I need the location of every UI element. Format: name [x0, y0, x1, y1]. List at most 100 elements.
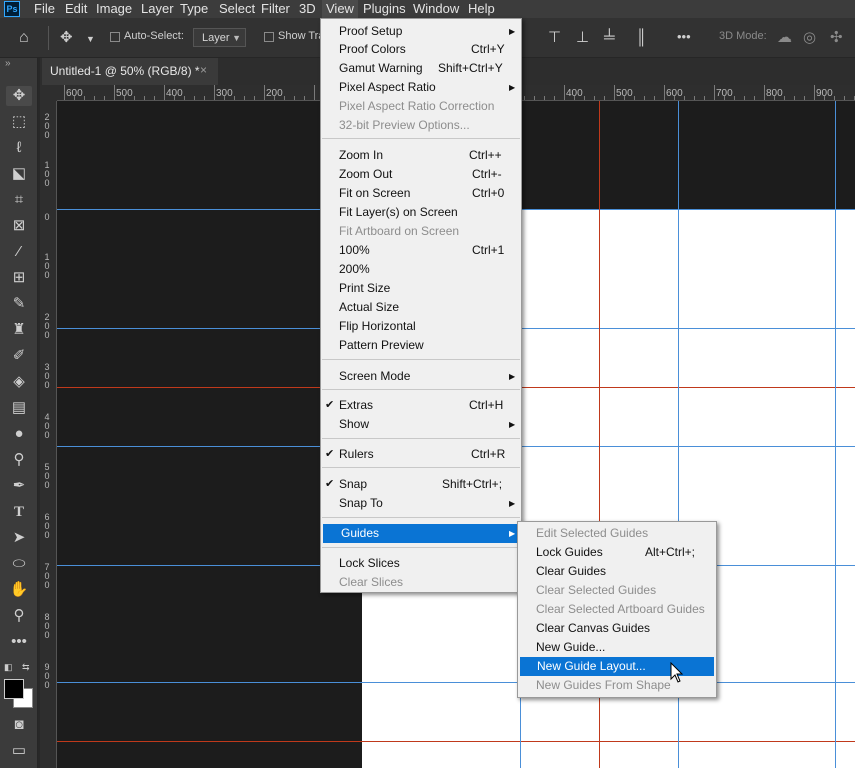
path-select-icon[interactable]: ➤ [9, 528, 29, 548]
ruler-tick [534, 96, 535, 100]
foreground-color-swatch[interactable] [4, 679, 24, 699]
stamp-icon[interactable]: ♜ [9, 320, 29, 340]
close-icon[interactable]: × [200, 63, 207, 77]
menu-item-snap[interactable]: ✔ Snap Shift+Ctrl+; [321, 475, 521, 494]
screen-mode-icon[interactable]: ▭ [9, 741, 29, 761]
menu-item-lock-slices[interactable]: Lock Slices [321, 554, 521, 573]
menu-item-fit-on-screen[interactable]: Fit on Screen Ctrl+0 [321, 184, 521, 203]
menu-item-rulers[interactable]: ✔ Rulers Ctrl+R [321, 445, 521, 464]
menu-item-new-guide-layout[interactable]: New Guide Layout... [520, 657, 714, 676]
menu-item-fit-layers-on-screen[interactable]: Fit Layer(s) on Screen [321, 203, 521, 222]
distribute-icon[interactable]: ║ [636, 30, 647, 45]
zoom-icon[interactable]: ⚲ [9, 606, 29, 626]
gradient-icon[interactable]: ▤ [9, 398, 29, 418]
menu-separator [322, 547, 520, 548]
menu-item-extras[interactable]: ✔ Extras Ctrl+H [321, 396, 521, 415]
more-tools-icon[interactable]: ••• [9, 632, 29, 652]
menu-item-proof-colors[interactable]: Proof Colors Ctrl+Y [321, 40, 521, 59]
auto-select-target-value: Layer [202, 32, 230, 44]
menu-item-gamut-warning[interactable]: Gamut Warning Shift+Ctrl+Y [321, 59, 521, 78]
blur-icon[interactable]: ● [9, 424, 29, 444]
submenu-arrow-icon: ▶ [509, 499, 516, 508]
roll-icon[interactable]: ◎ [803, 30, 816, 45]
guide-line[interactable] [57, 741, 855, 742]
menu-type[interactable]: Type [176, 0, 212, 18]
eyedropper-icon[interactable]: ⁄ [9, 242, 29, 262]
lasso-icon[interactable]: ℓ [9, 138, 29, 158]
auto-select-target-select[interactable]: Layer ▼ [193, 28, 246, 47]
menu-image[interactable]: Image [92, 0, 136, 18]
menu-item-zoom-out[interactable]: Zoom Out Ctrl+- [321, 165, 521, 184]
ruler-origin[interactable] [40, 85, 57, 101]
quick-mask-icon[interactable]: ◙ [9, 715, 29, 735]
menu-item-flip-horizontal[interactable]: Flip Horizontal [321, 317, 521, 336]
align-top-icon[interactable]: ⊤ [548, 30, 561, 45]
vertical-ruler[interactable]: 2 0 0 1 0 0 0 1 0 0 2 0 0 3 0 0 4 0 0 5 … [40, 101, 57, 768]
orbit-icon[interactable]: ☁ [777, 30, 792, 45]
more-options-icon[interactable]: ••• [677, 29, 691, 44]
menu-select[interactable]: Select [215, 0, 259, 18]
move-icon[interactable]: ✥ [6, 86, 32, 106]
healing-icon[interactable]: ⊞ [9, 268, 29, 288]
menu-separator [322, 467, 520, 468]
crop-icon[interactable]: ⌗ [9, 190, 29, 210]
menu-help[interactable]: Help [464, 0, 499, 18]
eraser-icon[interactable]: ◈ [9, 372, 29, 392]
menu-item-pixel-aspect-ratio[interactable]: Pixel Aspect Ratio ▶ [321, 78, 521, 97]
pen-icon[interactable]: ✒ [9, 476, 29, 496]
ruler-tick [694, 96, 695, 100]
marquee-icon[interactable]: ⬚ [9, 112, 29, 132]
guide-line[interactable] [57, 682, 855, 683]
menu-item-new-guides-from-shape: New Guides From Shape [536, 678, 671, 692]
menu-layer[interactable]: Layer [137, 0, 178, 18]
menu-item-new-guide[interactable]: New Guide... [518, 638, 716, 657]
pan-icon[interactable]: ✣ [830, 30, 843, 45]
menu-item-guides[interactable]: Guides ▶ [323, 524, 520, 543]
menu-item-200-percent[interactable]: 200% [321, 260, 521, 279]
chevron-down-icon[interactable]: ▼ [86, 32, 95, 47]
menu-plugins[interactable]: Plugins [359, 0, 410, 18]
menu-file[interactable]: File [30, 0, 59, 18]
menu-item-zoom-in[interactable]: Zoom In Ctrl++ [321, 146, 521, 165]
menu-item-lock-guides[interactable]: Lock Guides Alt+Ctrl+; [518, 543, 716, 562]
guide-line[interactable] [835, 101, 836, 768]
collapse-panel-icon[interactable]: » [5, 58, 11, 69]
align-middle-icon[interactable]: ⊥ [576, 30, 589, 45]
shape-icon[interactable]: ⬭ [9, 554, 29, 574]
menu-item-pattern-preview[interactable]: Pattern Preview [321, 336, 521, 355]
document-tab[interactable]: Untitled-1 @ 50% (RGB/8) * × [42, 58, 218, 85]
menu-item-100-percent[interactable]: 100% Ctrl+1 [321, 241, 521, 260]
menu-view[interactable]: View [322, 0, 358, 18]
menu-item-screen-mode[interactable]: Screen Mode ▶ [321, 367, 521, 386]
hand-icon[interactable]: ✋ [9, 580, 29, 600]
auto-select-checkbox[interactable] [110, 32, 120, 42]
menu-item-print-size[interactable]: Print Size [321, 279, 521, 298]
menu-edit[interactable]: Edit [61, 0, 91, 18]
menu-item-proof-setup[interactable]: Proof Setup ▶ [321, 22, 521, 41]
ruler-tick [664, 85, 665, 100]
home-icon[interactable]: ⌂ [19, 30, 29, 46]
menu-item-clear-canvas-guides[interactable]: Clear Canvas Guides [518, 619, 716, 638]
menu-item-show[interactable]: Show ▶ [321, 415, 521, 434]
default-colors-icon[interactable]: ◧ [4, 662, 13, 673]
move-tool-icon[interactable]: ✥ [60, 30, 73, 45]
ruler-tick [104, 96, 105, 100]
menu-item-clear-guides[interactable]: Clear Guides [518, 562, 716, 581]
align-bottom-icon[interactable]: ╧ [604, 30, 615, 45]
history-brush-icon[interactable]: ✐ [9, 346, 29, 366]
brush-icon[interactable]: ✎ [9, 294, 29, 314]
menu-filter[interactable]: Filter [257, 0, 294, 18]
checkmark-icon: ✔ [325, 448, 335, 460]
menu-item-actual-size[interactable]: Actual Size [321, 298, 521, 317]
show-transform-checkbox[interactable] [264, 32, 274, 42]
swap-colors-icon[interactable]: ⇆ [22, 662, 30, 673]
object-select-icon[interactable]: ⬕ [9, 164, 29, 184]
ruler-tick [564, 85, 565, 100]
menu-item-snap-to[interactable]: Snap To ▶ [321, 494, 521, 513]
menu-window[interactable]: Window [409, 0, 463, 18]
menu-3d[interactable]: 3D [295, 0, 320, 18]
frame-icon[interactable]: ⊠ [9, 216, 29, 236]
dodge-icon[interactable]: ⚲ [9, 450, 29, 470]
type-icon[interactable]: T [9, 502, 29, 522]
ruler-tick [284, 96, 285, 100]
